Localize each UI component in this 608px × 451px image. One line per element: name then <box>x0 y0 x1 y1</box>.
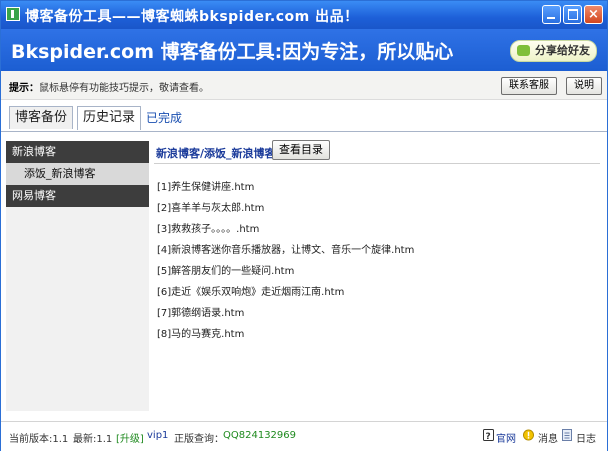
tab-history[interactable]: 历史记录 <box>77 106 142 130</box>
window-title: 博客备份工具——博客蜘蛛bkspider.com 出品！ <box>25 9 359 25</box>
title-bar[interactable]: 博客备份工具——博客蜘蛛bkspider.com 出品！ × <box>1 1 607 29</box>
current-version: 当前版本:1.1 <box>9 434 69 445</box>
qq-link[interactable]: QQ824132969 <box>223 430 296 441</box>
breadcrumb-bar: 新浪博客/添饭_新浪博客 查看目录 <box>154 139 600 164</box>
tab-blog-backup[interactable]: 博客备份 <box>9 106 74 129</box>
official-site-link[interactable]: 官网 <box>496 430 516 445</box>
app-window: 博客备份工具——博客蜘蛛bkspider.com 出品！ × Bkspider.… <box>0 0 608 451</box>
file-list: [1]养生保健讲座.htm [2]喜羊羊与灰太郎.htm [3]救救孩子。。。。… <box>157 177 597 345</box>
svg-text:?: ? <box>486 432 491 441</box>
close-button[interactable]: × <box>584 5 603 24</box>
share-icon <box>517 45 530 56</box>
list-item[interactable]: [7]郭德纲语录.htm <box>157 303 597 324</box>
list-item[interactable]: [5]解答朋友们的一些疑问.htm <box>157 261 597 282</box>
list-item[interactable]: [6]走近《娱乐双响炮》走近烟雨江南.htm <box>157 282 597 303</box>
list-item[interactable]: [4]新浪博客迷你音乐播放器，让博文、音乐一个旋律.htm <box>157 240 597 261</box>
latest-version: 最新:1.1 <box>73 434 113 445</box>
log-icon <box>562 429 572 441</box>
app-icon <box>6 7 20 21</box>
share-button[interactable]: 分享给好友 <box>510 40 597 62</box>
share-label: 分享给好友 <box>535 44 590 57</box>
list-item[interactable]: [8]马的马赛克.htm <box>157 324 597 345</box>
help-icon: ? <box>483 429 494 441</box>
breadcrumb: 新浪博客/添饭_新浪博客 <box>156 147 276 160</box>
tip-bar: 提示：鼠标悬停有功能技巧提示，敬请查看。 联系客服 说明 <box>1 71 607 100</box>
tip-label: 提示： <box>9 83 39 94</box>
minimize-button[interactable] <box>542 5 561 24</box>
sidebar: 新浪博客 添饭_新浪博客 网易博客 <box>6 141 149 411</box>
genuine-query-label: 正版查询： <box>174 434 224 445</box>
message-icon <box>523 429 534 441</box>
tip-message: 鼠标悬停有功能技巧提示，敬请查看。 <box>39 83 209 94</box>
sidebar-item-netease-blog[interactable]: 网易博客 <box>6 185 149 207</box>
sidebar-item-sina-blog[interactable]: 新浪博客 <box>6 141 149 163</box>
list-item[interactable]: [2]喜羊羊与灰太郎.htm <box>157 198 597 219</box>
log-link[interactable]: 日志 <box>576 430 596 445</box>
maximize-button[interactable] <box>563 5 582 24</box>
banner-title: Bkspider.com 博客备份工具:因为专注，所以贴心 <box>11 41 454 63</box>
help-button[interactable]: 说明 <box>566 77 602 95</box>
status-bar: 当前版本:1.1 最新:1.1 [升级] vip1 正版查询： QQ824132… <box>1 421 607 451</box>
tab-bar: 博客备份 历史记录 已完成 <box>1 101 607 132</box>
list-item[interactable]: [3]救救孩子。。。。.htm <box>157 219 597 240</box>
list-item[interactable]: [1]养生保健讲座.htm <box>157 177 597 198</box>
banner: Bkspider.com 博客备份工具:因为专注，所以贴心 分享给好友 <box>1 29 607 71</box>
tip-text: 提示：鼠标悬停有功能技巧提示，敬请查看。 <box>9 79 209 94</box>
contact-support-button[interactable]: 联系客服 <box>501 77 557 95</box>
vip-level: vip1 <box>147 430 169 441</box>
status-complete-link[interactable]: 已完成 <box>146 109 182 126</box>
upgrade-link[interactable]: [升级] <box>116 430 144 445</box>
message-link[interactable]: 消息 <box>538 430 558 445</box>
view-directory-button[interactable]: 查看目录 <box>272 140 330 160</box>
sidebar-item-tianfan-sina-blog[interactable]: 添饭_新浪博客 <box>6 163 149 185</box>
